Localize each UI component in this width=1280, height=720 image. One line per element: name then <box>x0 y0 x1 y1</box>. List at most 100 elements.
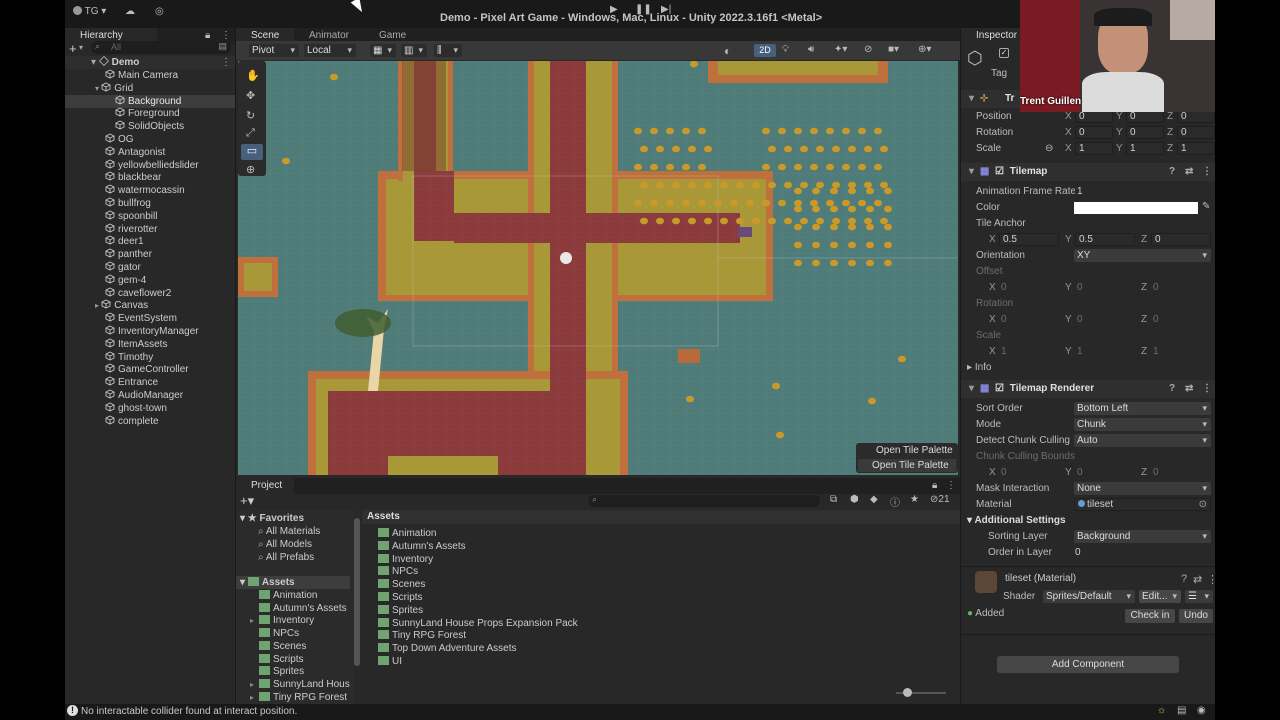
filter-type-icon[interactable]: ⧉ <box>830 494 837 505</box>
rect-tool-icon[interactable]: ▭ <box>241 144 263 160</box>
renderer-help-icon[interactable]: ? <box>1169 380 1175 398</box>
detect-culling-dropdown[interactable]: Auto <box>1074 434 1211 447</box>
transform-tool-icon[interactable]: ⊕ <box>246 163 255 176</box>
material-field[interactable]: tileset ⊙ <box>1074 498 1211 511</box>
hierarchy-item[interactable]: ▸ Canvas <box>65 299 235 312</box>
hierarchy-item[interactable]: Foreground <box>65 107 235 120</box>
visibility-icon[interactable]: ⊘ <box>864 44 872 55</box>
hierarchy-item[interactable]: Timothy <box>65 351 235 364</box>
effects-icon[interactable]: ✦▾ <box>834 44 847 55</box>
hierarchy-item[interactable]: Background <box>65 94 235 108</box>
project-add-icon[interactable]: +▾ <box>240 493 254 509</box>
favorite-item[interactable]: ⌕ All Prefabs <box>258 551 314 564</box>
filter-tag-icon[interactable]: ◆ <box>870 494 878 505</box>
add-dropdown-icon[interactable]: ▾ <box>79 43 83 52</box>
menu-icon[interactable]: ⋮ <box>221 30 231 41</box>
rotate-tool-icon[interactable]: ↻ <box>246 109 255 122</box>
grid-visibility-icon[interactable]: ▥ <box>401 44 427 57</box>
toggle-2d-button[interactable]: 2D <box>754 44 776 57</box>
open-tile-palette-button[interactable]: Open Tile Palette <box>858 459 956 472</box>
asset-tree-item[interactable]: Autumn's Assets <box>250 602 350 615</box>
scale-z-field[interactable]: 1 <box>1177 142 1215 155</box>
sort-order-dropdown[interactable]: Bottom Left <box>1074 402 1211 415</box>
asset-tree-item[interactable]: Animation <box>250 589 350 602</box>
asset-tree-item[interactable]: NPCs <box>250 627 350 640</box>
lighting-icon[interactable]: 💡︎ <box>782 44 789 55</box>
material-help-icon[interactable]: ? <box>1181 573 1187 585</box>
check-in-button[interactable]: Check in <box>1125 609 1175 623</box>
cache-icon[interactable]: ▤ <box>1177 705 1186 716</box>
favorite-item[interactable]: ⌕ All Materials <box>258 525 320 538</box>
hierarchy-item[interactable]: GameController <box>65 363 235 376</box>
sorting-layer-dropdown[interactable]: Background <box>1074 530 1211 543</box>
rotation-y-field[interactable]: 0 <box>1126 126 1164 139</box>
tree-scrollbar[interactable] <box>354 518 360 666</box>
project-lock-icon[interactable]: 🔒︎ <box>932 480 937 491</box>
hierarchy-item[interactable]: Main Camera <box>65 69 235 82</box>
favorite-item[interactable]: ⌕ All Models <box>258 538 312 551</box>
hierarchy-item[interactable]: ▾ Grid <box>65 82 235 95</box>
favorites-header[interactable]: ▾ ★ Favorites <box>240 512 304 525</box>
status-message[interactable]: No interactable collider found at intera… <box>81 706 297 717</box>
help-icon[interactable]: ? <box>1169 163 1175 181</box>
hierarchy-item[interactable]: bullfrog <box>65 197 235 210</box>
material-menu-icon[interactable]: ⋮ <box>1207 573 1215 586</box>
breadcrumb[interactable]: Assets <box>367 511 400 522</box>
local-dropdown[interactable]: Local <box>304 44 356 57</box>
hierarchy-search-input[interactable]: ⌕ All ▤ <box>91 41 231 54</box>
light-bake-icon[interactable]: ☼ <box>1157 705 1166 716</box>
tilemap-header[interactable]: ▾ ▦ ☑ Tilemap ? ⇄ ⋮ <box>961 163 1215 181</box>
active-checkbox[interactable]: ✓ <box>999 48 1009 58</box>
hierarchy-item[interactable]: InventoryManager <box>65 325 235 338</box>
asset-folder[interactable]: SunnyLand House Props Expansion Pack <box>378 617 578 630</box>
asset-folder[interactable]: Scripts <box>378 591 423 604</box>
add-icon[interactable]: + <box>69 41 77 56</box>
asset-folder[interactable]: Tiny RPG Forest <box>378 629 466 642</box>
hierarchy-item[interactable]: spoonbill <box>65 210 235 223</box>
tab-project[interactable]: Project <box>236 478 294 494</box>
hierarchy-item[interactable]: complete <box>65 415 235 428</box>
additional-settings-foldout[interactable]: ▾ Additional Settings <box>967 515 1066 526</box>
move-tool-icon[interactable]: ✥ <box>246 89 255 102</box>
hierarchy-item[interactable]: gem-4 <box>65 274 235 287</box>
asset-tree-item[interactable]: Scripts <box>250 653 350 666</box>
hierarchy-item[interactable]: AudioManager <box>65 389 235 402</box>
project-search-input[interactable]: ⌕ <box>588 494 820 507</box>
info-foldout[interactable]: ▸ Info <box>967 362 992 373</box>
account-button[interactable]: TG ▾ <box>73 6 106 20</box>
shader-list-icon[interactable]: ☰ <box>1185 590 1213 603</box>
hierarchy-item[interactable]: blackbear <box>65 171 235 184</box>
pivot-dropdown[interactable]: Pivot <box>249 44 299 57</box>
tilemap-canvas[interactable] <box>238 61 958 475</box>
order-in-layer-field[interactable]: 0 <box>1075 547 1211 558</box>
zoom-slider-handle[interactable] <box>903 688 912 697</box>
asset-folder[interactable]: NPCs <box>378 565 418 578</box>
material-preset-icon[interactable]: ⇄ <box>1193 573 1202 586</box>
hierarchy-item[interactable]: Entrance <box>65 376 235 389</box>
mask-interaction-dropdown[interactable]: None <box>1074 482 1211 495</box>
hierarchy-item[interactable]: ghost-town <box>65 402 235 415</box>
scene-root[interactable]: ▾ Demo <box>65 56 235 69</box>
asset-folder[interactable]: Inventory <box>378 553 433 566</box>
assets-header[interactable]: ▾ Assets <box>236 576 350 589</box>
tilemap-enabled-checkbox[interactable]: ☑ <box>995 166 1004 177</box>
snap-increment-icon[interactable]: ⫼ <box>434 44 462 57</box>
anim-rate-field[interactable]: 1 <box>1075 186 1215 197</box>
asset-folder[interactable]: Animation <box>378 527 436 540</box>
hierarchy-item[interactable]: panther <box>65 248 235 261</box>
hierarchy-item[interactable]: watermocassin <box>65 184 235 197</box>
collab-icon[interactable]: ◎ <box>155 6 164 20</box>
hierarchy-item[interactable]: riverotter <box>65 223 235 236</box>
renderer-enabled-checkbox[interactable]: ☑ <box>995 383 1004 394</box>
filter-label-icon[interactable]: ⬢ <box>850 494 859 505</box>
hierarchy-item[interactable]: deer1 <box>65 235 235 248</box>
scale-tool-icon[interactable]: ⤢ <box>246 127 255 140</box>
draw-mode-icon[interactable]: ◐ <box>724 44 731 58</box>
anchor-z-field[interactable]: 0 <box>1151 233 1211 246</box>
shader-dropdown[interactable]: Sprites/Default <box>1043 590 1135 603</box>
hierarchy-item[interactable]: EventSystem <box>65 312 235 325</box>
hand-tool-icon[interactable]: ✋ <box>246 69 260 82</box>
hierarchy-item[interactable]: yellowbelliedslider <box>65 159 235 172</box>
scale-x-field[interactable]: 1 <box>1075 142 1113 155</box>
info-icon[interactable]: ⓘ <box>890 494 900 509</box>
